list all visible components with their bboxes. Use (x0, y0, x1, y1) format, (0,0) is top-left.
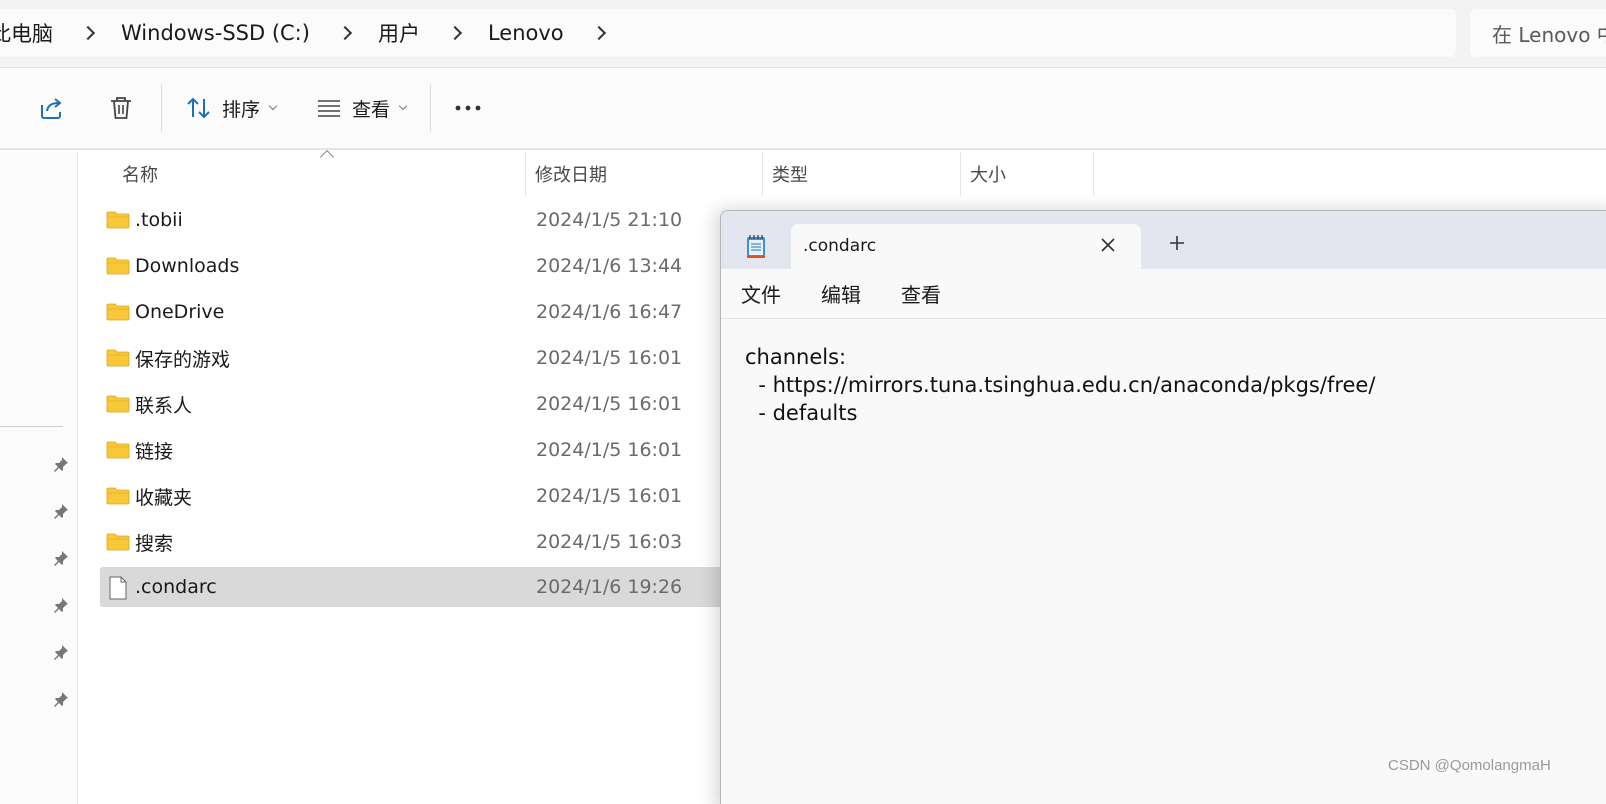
chevron-right-icon[interactable] (591, 25, 606, 41)
share-icon (41, 98, 62, 119)
toolbar-divider (430, 84, 431, 132)
file-date: 2024/1/5 16:01 (536, 347, 683, 369)
file-name: 保存的游戏 (135, 348, 231, 371)
menu-view[interactable]: 查看 (901, 279, 941, 308)
toolbar-divider (161, 84, 162, 132)
address-bar[interactable]: 此电脑 Windows-SSD (C:) 用户 Lenovo (0, 9, 1456, 57)
address-band: 此电脑 Windows-SSD (C:) 用户 Lenovo 在 Lenovo … (0, 0, 1606, 68)
file-name: 收藏夹 (135, 486, 193, 509)
notepad-window: .condarc 文件 编辑 查看 channels: - https://mi… (720, 210, 1606, 804)
file-name: .condarc (135, 576, 217, 598)
pin-icon[interactable] (52, 643, 70, 661)
share-button[interactable] (38, 85, 68, 131)
watermark: CSDN @QomolangmaH (1388, 757, 1551, 774)
trash-icon (111, 97, 131, 119)
sort-button[interactable]: 排序 (186, 85, 278, 131)
column-divider[interactable] (960, 152, 961, 196)
file-date: 2024/1/6 16:47 (536, 301, 683, 323)
tab-condarc[interactable]: .condarc (791, 224, 1141, 270)
pin-icon[interactable] (52, 455, 70, 473)
file-date: 2024/1/5 16:01 (536, 439, 683, 461)
editor-line: - https://mirrors.tuna.tsinghua.edu.cn/a… (745, 373, 1376, 397)
notepad-menubar: 文件 编辑 查看 (721, 269, 1606, 319)
menu-file[interactable]: 文件 (741, 279, 781, 308)
file-name: .tobii (135, 209, 183, 231)
view-label: 查看 (352, 98, 391, 121)
notepad-titlebar[interactable]: .condarc (721, 211, 1606, 270)
file-date: 2024/1/6 19:26 (536, 576, 683, 598)
editor-line: channels: (745, 345, 847, 369)
navigation-pane (0, 152, 78, 804)
column-divider[interactable] (525, 152, 526, 196)
menu-edit[interactable]: 编辑 (821, 279, 861, 308)
view-list-icon (318, 100, 340, 117)
file-date: 2024/1/5 16:03 (536, 531, 683, 553)
chevron-down-icon (398, 101, 408, 111)
file-name: Downloads (135, 255, 240, 277)
sort-icon (187, 97, 210, 119)
column-header-date[interactable]: 修改日期 (535, 152, 607, 196)
more-button[interactable] (454, 85, 484, 131)
chevron-down-icon (268, 101, 278, 111)
breadcrumb-lenovo[interactable]: Lenovo (488, 21, 564, 45)
file-name: 联系人 (135, 394, 193, 417)
screen: 此电脑 Windows-SSD (C:) 用户 Lenovo 在 Lenovo … (0, 0, 1606, 804)
folder-icon (106, 303, 130, 321)
sort-ascending-icon (319, 149, 335, 165)
folder-icon (106, 257, 130, 275)
folder-icon (106, 533, 130, 551)
chevron-right-icon[interactable] (80, 25, 96, 41)
breadcrumb-drive[interactable]: Windows-SSD (C:) (121, 21, 310, 45)
file-name: OneDrive (135, 301, 225, 323)
tab-title: .condarc (803, 236, 877, 256)
command-bar: 排序 查看 (0, 68, 1606, 150)
column-header-name[interactable]: 名称 (122, 152, 158, 196)
file-name: 搜索 (135, 532, 174, 555)
chevron-right-icon[interactable] (337, 25, 353, 41)
column-divider[interactable] (1093, 152, 1094, 196)
search-placeholder: 在 Lenovo 中搜索 (1492, 22, 1606, 47)
delete-button[interactable] (108, 85, 138, 131)
file-icon (109, 576, 127, 600)
search-input[interactable]: 在 Lenovo 中搜索 (1470, 9, 1606, 57)
column-header-size[interactable]: 大小 (970, 152, 1006, 196)
pin-icon[interactable] (52, 502, 70, 520)
folder-icon (106, 349, 130, 367)
nav-divider (0, 426, 63, 427)
file-name: 链接 (135, 440, 174, 463)
column-divider[interactable] (762, 152, 763, 196)
notepad-app-icon (747, 235, 765, 258)
notepad-editor[interactable]: channels: - https://mirrors.tuna.tsinghu… (721, 319, 1606, 804)
chevron-right-icon[interactable] (447, 25, 463, 41)
folder-icon (106, 395, 130, 413)
file-date: 2024/1/5 21:10 (536, 209, 683, 231)
file-date: 2024/1/6 13:44 (536, 255, 683, 277)
pin-icon[interactable] (52, 549, 70, 567)
view-button[interactable]: 查看 (316, 85, 408, 131)
column-header-type[interactable]: 类型 (772, 152, 808, 196)
folder-icon (106, 211, 130, 229)
sort-label: 排序 (222, 98, 261, 121)
folder-icon (106, 441, 130, 459)
pin-icon[interactable] (52, 690, 70, 708)
pin-icon[interactable] (52, 596, 70, 614)
file-date: 2024/1/5 16:01 (536, 485, 683, 507)
breadcrumb-users[interactable]: 用户 (378, 18, 420, 48)
breadcrumb-this-pc[interactable]: 此电脑 (0, 18, 53, 48)
add-tab-icon[interactable] (1169, 235, 1185, 251)
editor-line: - defaults (745, 401, 858, 425)
folder-icon (106, 487, 130, 505)
file-date: 2024/1/5 16:01 (536, 393, 683, 415)
close-icon[interactable] (1099, 236, 1117, 254)
more-icon (455, 105, 481, 111)
